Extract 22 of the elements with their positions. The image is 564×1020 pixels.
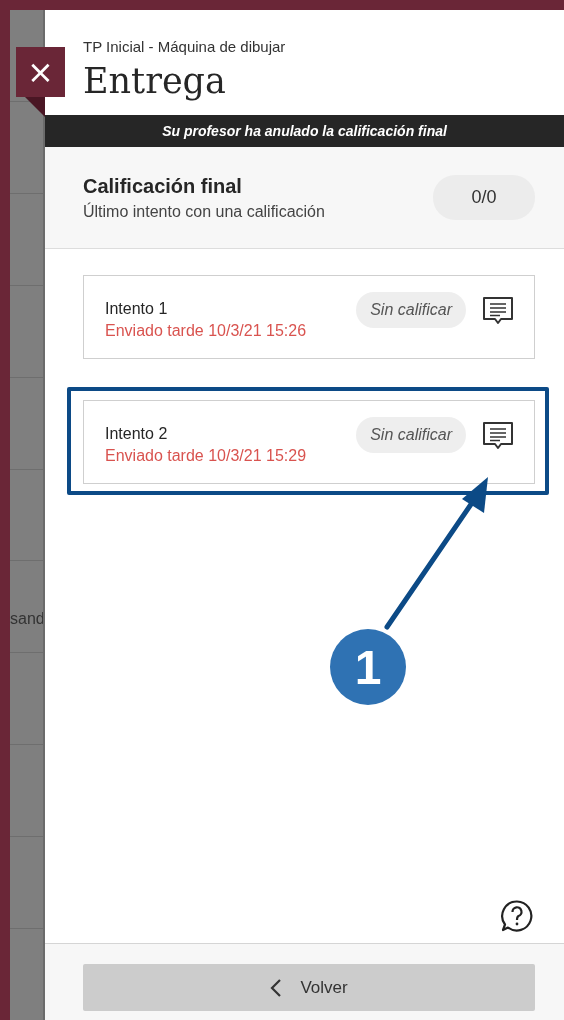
- back-button[interactable]: Volver: [83, 964, 535, 1011]
- feedback-icon[interactable]: [482, 421, 514, 451]
- help-icon[interactable]: [500, 899, 534, 933]
- assignment-name: TP Inicial - Máquina de dibujar: [83, 38, 287, 55]
- panel-title: Entrega: [83, 61, 227, 101]
- submission-date: Enviado tarde 10/3/21 15:26: [105, 322, 308, 340]
- status-pill: Sin calificar: [356, 292, 466, 328]
- chevron-left-icon: [270, 977, 283, 998]
- override-banner: Su profesor ha anulado la calificación final: [45, 115, 564, 147]
- attempt-title: Intento 1: [105, 300, 169, 318]
- attempt-card[interactable]: Intento 2 Enviado tarde 10/3/21 15:29 Sin calificar: [83, 400, 535, 484]
- grade-title: Calificación final: [83, 174, 243, 198]
- step-badge: 1: [330, 629, 406, 705]
- attempt-card[interactable]: Intento 1 Enviado tarde 10/3/21 15:26 Sin calificar: [83, 275, 535, 359]
- close-button[interactable]: ×: [16, 47, 65, 97]
- submission-date: Enviado tarde 10/3/21 15:29: [105, 447, 308, 465]
- attempt-title: Intento 2: [105, 425, 169, 443]
- status-pill: Sin calificar: [356, 417, 466, 453]
- background-text: sand: [10, 610, 43, 628]
- grade-score: 0/0: [433, 175, 535, 220]
- grade-subtitle: Último intento con una calificación: [83, 202, 326, 221]
- feedback-icon[interactable]: [482, 296, 514, 326]
